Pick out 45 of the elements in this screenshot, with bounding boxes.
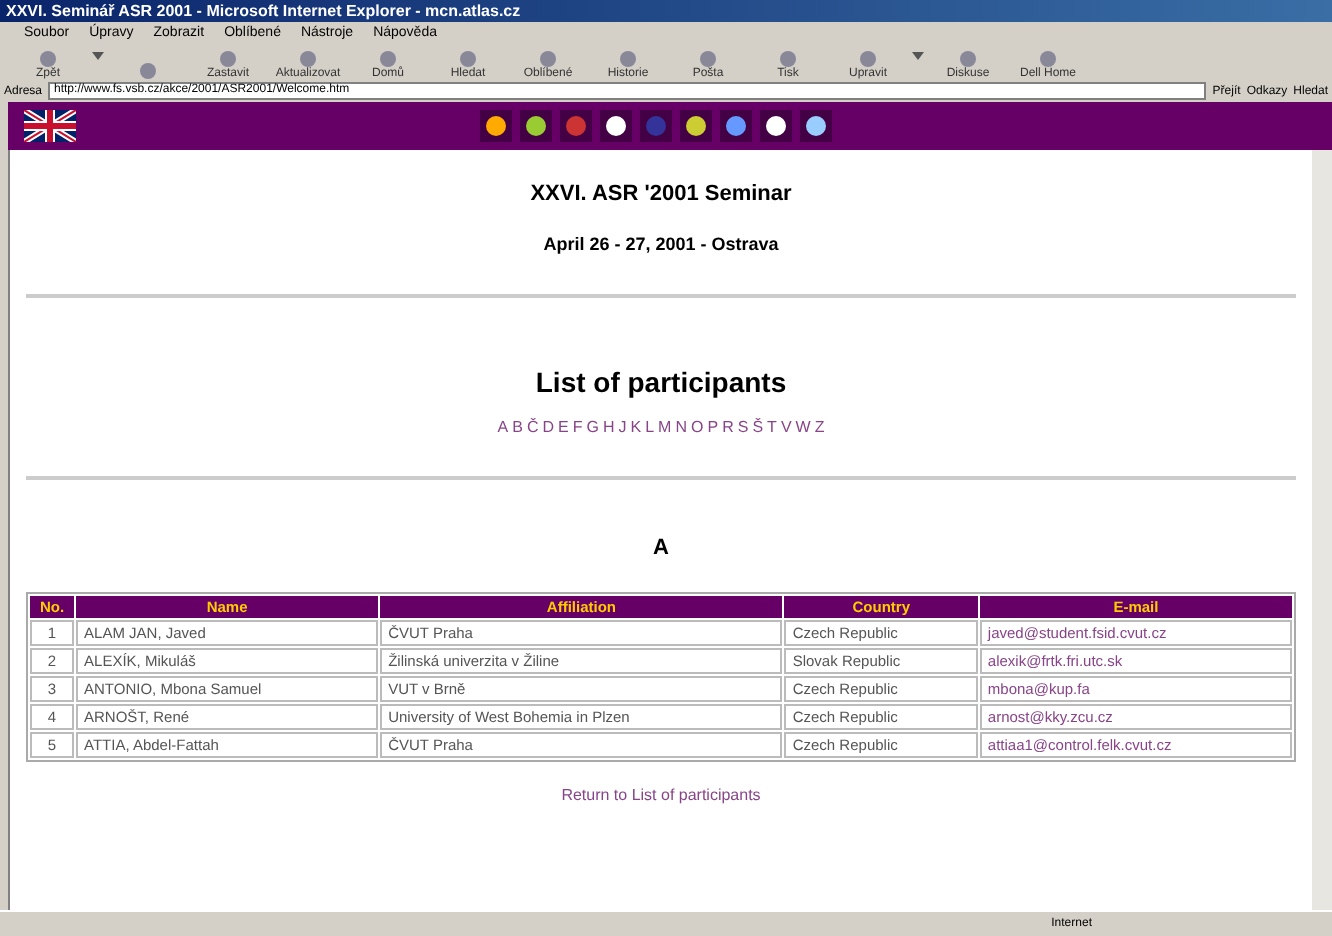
- letter-link[interactable]: Š: [752, 418, 764, 436]
- letter-link[interactable]: Z: [814, 418, 825, 436]
- return-link[interactable]: Return to List of participants: [561, 786, 761, 804]
- circle-icon: [538, 50, 558, 68]
- letter-link[interactable]: H: [602, 418, 615, 436]
- circle-icon: [778, 50, 798, 68]
- circle-icon: [218, 50, 238, 68]
- circle-icon: [858, 50, 878, 68]
- seminar-title: XXVI. ASR '2001 Seminar: [530, 182, 792, 206]
- letter-link[interactable]: G: [586, 418, 599, 436]
- letter-link[interactable]: N: [675, 418, 687, 436]
- seminar-date: April 26 - 27, 2001 - Ostrava: [543, 234, 779, 254]
- caret-icon[interactable]: [912, 52, 924, 60]
- letter-link[interactable]: Č: [526, 418, 539, 436]
- circle-icon: [698, 50, 718, 68]
- letter-link[interactable]: W: [795, 418, 811, 436]
- letter-link[interactable]: V: [780, 418, 792, 436]
- letter-link[interactable]: A: [497, 418, 509, 436]
- circle-icon: [618, 50, 638, 68]
- letter-link[interactable]: D: [542, 418, 554, 436]
- letter-link[interactable]: T: [767, 418, 777, 436]
- letter-link[interactable]: J: [618, 418, 627, 436]
- flag-icon[interactable]: [24, 110, 76, 142]
- section-heading: A: [653, 536, 669, 560]
- letter-link[interactable]: B: [512, 418, 523, 436]
- scrollbar[interactable]: [1312, 150, 1332, 910]
- letter-link[interactable]: S: [737, 418, 749, 436]
- circle-icon: [38, 50, 58, 68]
- letter-link[interactable]: E: [558, 418, 569, 436]
- letter-link[interactable]: O: [691, 418, 704, 436]
- circle-icon: [298, 50, 318, 68]
- letter-link[interactable]: M: [658, 418, 672, 436]
- letter-link[interactable]: K: [630, 418, 642, 436]
- letter-link[interactable]: L: [645, 418, 655, 436]
- page-heading: List of participants: [535, 366, 787, 398]
- window-title: XXVI. Seminář ASR 2001 - Microsoft Internet Explorer - mcn.atlas.cz: [0, 0, 1332, 22]
- circle-icon: [458, 50, 478, 68]
- letter-link[interactable]: R: [722, 418, 734, 436]
- circle-icon: [958, 50, 978, 68]
- circle-icon: [378, 50, 398, 68]
- caret-icon[interactable]: [92, 52, 104, 60]
- circle-icon: [1038, 50, 1058, 68]
- circle-icon: [138, 62, 158, 80]
- letter-link[interactable]: P: [707, 418, 719, 436]
- letter-link[interactable]: F: [572, 418, 583, 436]
